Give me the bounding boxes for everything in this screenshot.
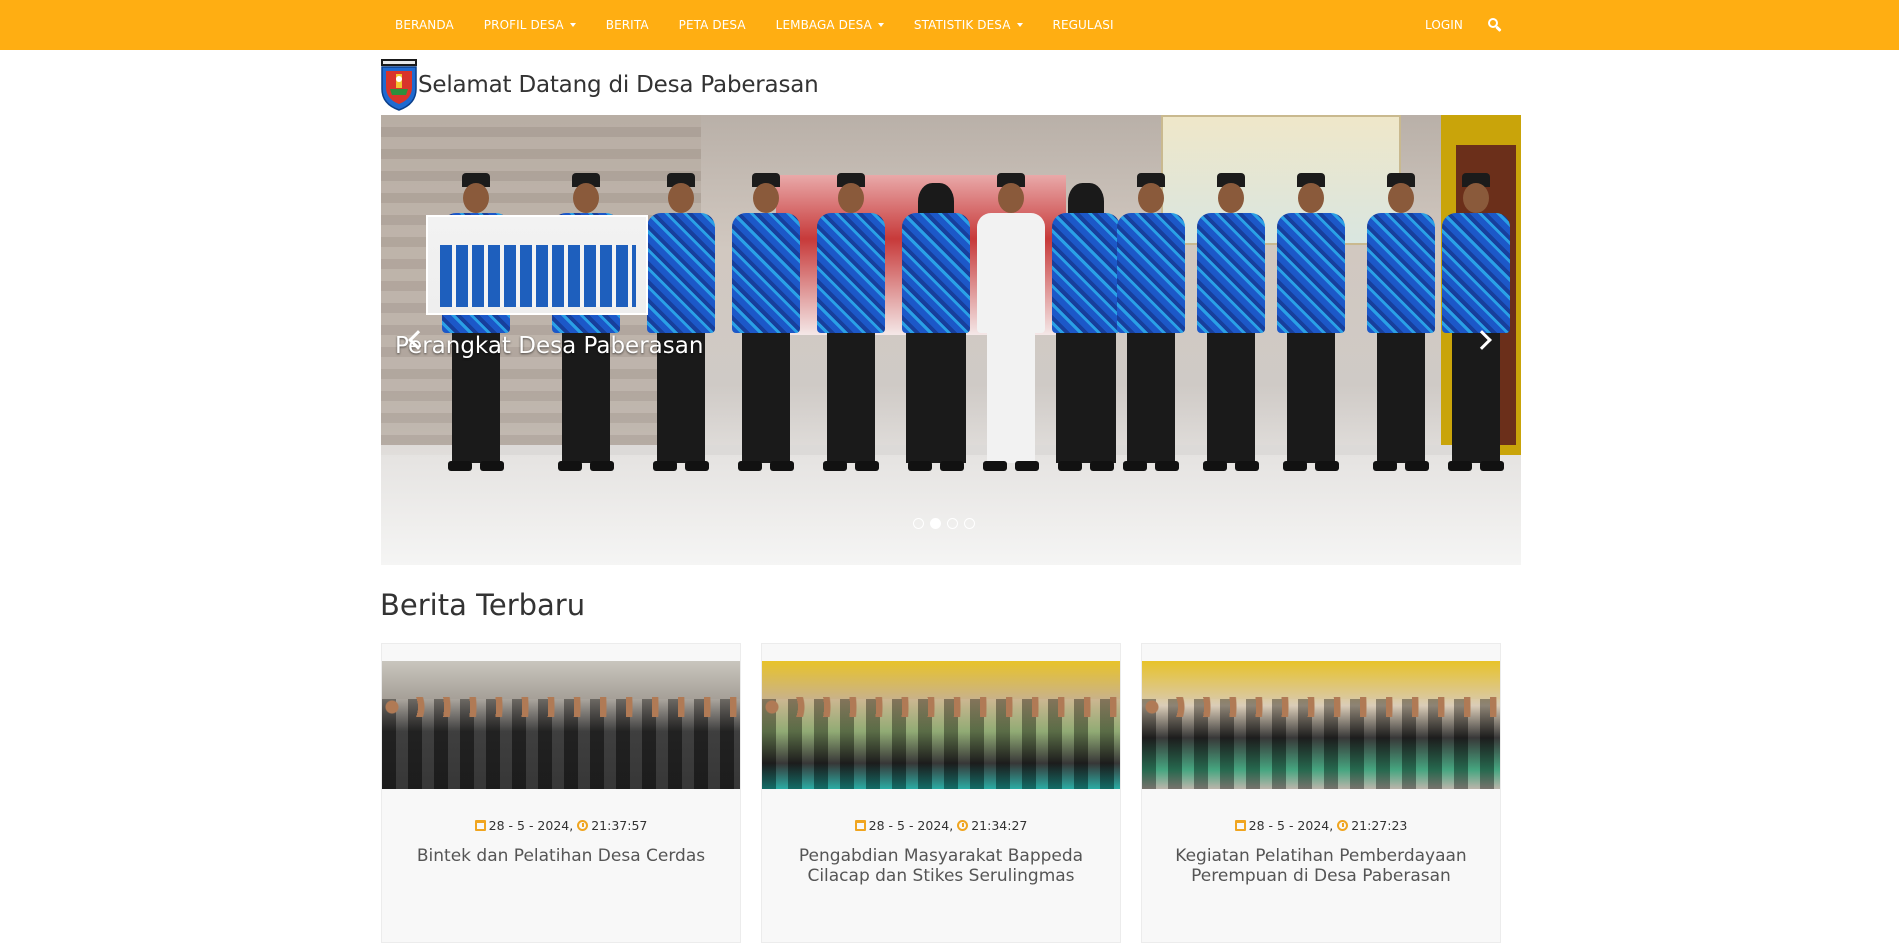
search-icon[interactable] [1488,18,1502,33]
slide-person [1111,155,1191,495]
regency-emblem-icon[interactable] [380,59,418,111]
slide-person [726,155,806,495]
news-thumbnail[interactable] [382,661,740,789]
news-time: 21:34:27 [971,818,1028,833]
news-thumbnail[interactable] [1142,661,1500,789]
nav-menu: BERANDA PROFIL DESA BERITA PETA DESA LEM… [380,0,1129,50]
nav-item-beranda[interactable]: BERANDA [380,0,469,50]
slide-inset-photo [426,215,648,315]
clock-icon [957,820,969,831]
site-header: Selamat Datang di Desa Paberasan [380,58,819,112]
slide-person [811,155,891,495]
nav-right: LOGIN [1410,0,1522,50]
nav-item-statistik-desa[interactable]: STATISTIK DESA [899,0,1038,50]
top-navbar: BERANDA PROFIL DESA BERITA PETA DESA LEM… [0,0,1899,50]
slide-person [1191,155,1271,495]
news-time: 21:37:57 [591,818,648,833]
carousel-indicator[interactable] [913,518,924,529]
site-title: Selamat Datang di Desa Paberasan [418,72,819,98]
news-time: 21:27:23 [1351,818,1408,833]
section-title: Berita Terbaru [380,588,586,622]
news-meta: 28 - 5 - 2024, 21:27:23 [1142,818,1500,833]
nav-item-label: BERITA [605,18,649,32]
slide-person [436,155,516,495]
news-grid: 28 - 5 - 2024, 21:37:57 Bintek dan Pelat… [381,643,1503,943]
navbar-container: BERANDA PROFIL DESA BERITA PETA DESA LEM… [380,0,1522,50]
news-thumbnail[interactable] [762,661,1120,789]
nav-item-lembaga-desa[interactable]: LEMBAGA DESA [761,0,899,50]
calendar-icon [474,820,486,831]
slide-person [971,155,1051,495]
caret-down-icon [1016,23,1023,27]
carousel-indicator[interactable] [964,518,975,529]
hero-carousel: Perangkat Desa Paberasan [381,115,1521,565]
carousel-indicator[interactable] [947,518,958,529]
nav-item-label: LEMBAGA DESA [775,18,872,32]
news-card[interactable]: 28 - 5 - 2024, 21:34:27 Pengabdian Masya… [761,643,1121,943]
slide-person [1271,155,1351,495]
caret-down-icon [569,23,576,27]
slide-person [1361,155,1441,495]
nav-item-profil-desa[interactable]: PROFIL DESA [469,0,591,50]
login-link[interactable]: LOGIN [1410,0,1478,50]
news-date: 28 - 5 - 2024, [488,818,574,833]
nav-item-peta-desa[interactable]: PETA DESA [664,0,761,50]
nav-item-label: PETA DESA [678,18,746,32]
calendar-icon [854,820,866,831]
nav-item-label: BERANDA [395,18,454,32]
news-title[interactable]: Pengabdian Masyarakat Bappeda Cilacap da… [777,846,1105,886]
news-card[interactable]: 28 - 5 - 2024, 21:37:57 Bintek dan Pelat… [381,643,741,943]
news-date: 28 - 5 - 2024, [1248,818,1334,833]
slide-person [546,155,626,495]
slide-person [641,155,721,495]
news-date: 28 - 5 - 2024, [868,818,954,833]
carousel-indicator[interactable] [930,518,941,529]
nav-item-label: PROFIL DESA [483,18,564,32]
carousel-prev-button[interactable] [397,320,437,360]
news-meta: 28 - 5 - 2024, 21:34:27 [762,818,1120,833]
nav-item-label: STATISTIK DESA [913,18,1011,32]
nav-item-berita[interactable]: BERITA [591,0,664,50]
calendar-icon [1234,820,1246,831]
clock-icon [577,820,589,831]
nav-item-label: REGULASI [1052,18,1114,32]
news-title[interactable]: Kegiatan Pelatihan Pemberdayaan Perempua… [1157,846,1485,886]
slide-person [896,155,976,495]
clock-icon [1337,820,1349,831]
caret-down-icon [877,23,884,27]
news-card[interactable]: 28 - 5 - 2024, 21:27:23 Kegiatan Pelatih… [1141,643,1501,943]
news-meta: 28 - 5 - 2024, 21:37:57 [382,818,740,833]
carousel-indicators [913,518,975,529]
login-label: LOGIN [1424,18,1463,32]
carousel-caption: Perangkat Desa Paberasan [395,333,704,359]
news-title[interactable]: Bintek dan Pelatihan Desa Cerdas [397,846,725,866]
carousel-next-button[interactable] [1465,320,1505,360]
nav-item-regulasi[interactable]: REGULASI [1038,0,1129,50]
